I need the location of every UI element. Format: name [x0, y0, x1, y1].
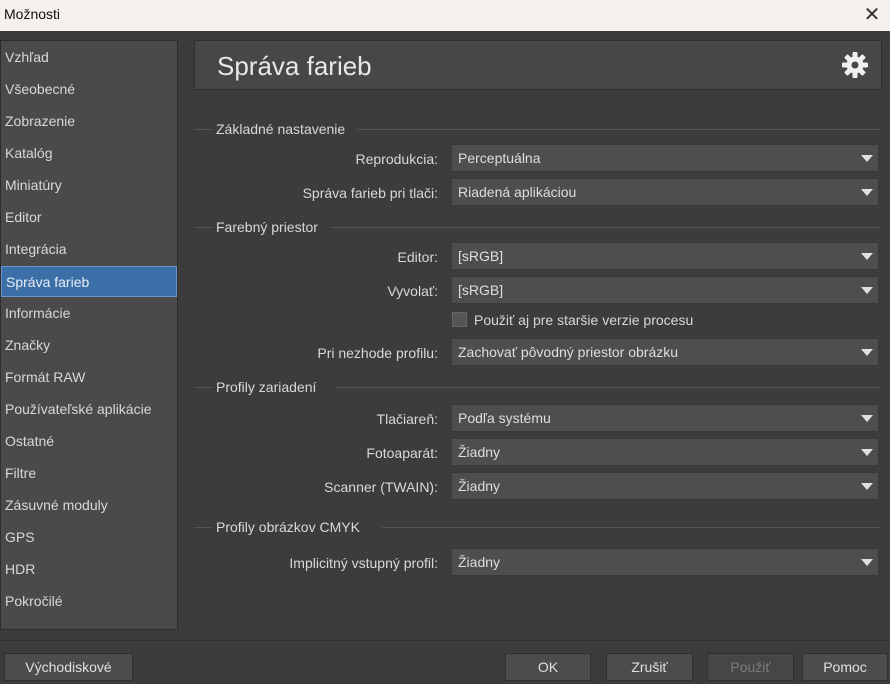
chevron-down-icon [861, 253, 873, 260]
section-divider [194, 527, 212, 528]
chevron-down-icon [861, 415, 873, 422]
apply-button[interactable]: Použiť [707, 653, 794, 681]
chevron-down-icon [861, 287, 873, 294]
sidebar-item-pokrocile[interactable]: Pokročilé [1, 586, 177, 617]
section-divider [194, 387, 212, 388]
scanner-select[interactable]: Žiadny [451, 472, 879, 500]
chevron-down-icon [861, 189, 873, 196]
sidebar-item-miniatury[interactable]: Miniatúry [1, 170, 177, 201]
legacy-process-checkbox[interactable] [452, 312, 467, 327]
cmyk-input-label: Implicitný vstupný profil: [289, 555, 438, 571]
gear-icon[interactable] [841, 51, 869, 79]
profile-mismatch-label: Pri nezhode profilu: [317, 345, 438, 361]
sidebar-item-ostatne[interactable]: Ostatné [1, 426, 177, 457]
chevron-down-icon [861, 483, 873, 490]
camera-value: Žiadny [458, 444, 501, 460]
print-color-select[interactable]: Riadená aplikáciou [451, 178, 879, 206]
help-button[interactable]: Pomoc [802, 653, 888, 681]
section-title-basic: Základné nastavenie [216, 121, 346, 137]
section-divider [358, 129, 880, 130]
scanner-label: Scanner (TWAIN): [324, 479, 438, 495]
develop-space-select[interactable]: [sRGB] [451, 276, 879, 304]
sidebar-item-filtre[interactable]: Filtre [1, 458, 177, 489]
page-title: Správa farieb [217, 51, 372, 81]
window-title: Možnosti [4, 6, 61, 22]
printer-select[interactable]: Podľa systému [451, 404, 879, 432]
chevron-down-icon [861, 155, 873, 162]
profile-mismatch-select[interactable]: Zachovať pôvodný priestor obrázku [451, 338, 879, 366]
sidebar-item-sprava-farieb[interactable]: Správa farieb [1, 266, 177, 297]
profile-mismatch-value: Zachovať pôvodný priestor obrázku [458, 344, 679, 360]
camera-select[interactable]: Žiadny [451, 438, 879, 466]
defaults-button[interactable]: Východiskové [4, 653, 133, 681]
title-bar: Možnosti ✕ [0, 0, 890, 31]
cmyk-input-value: Žiadny [458, 554, 501, 570]
sidebar-item-format-raw[interactable]: Formát RAW [1, 362, 177, 393]
cancel-button[interactable]: Zrušiť [606, 653, 693, 681]
section-divider [194, 227, 212, 228]
editor-space-label: Editor: [397, 249, 438, 265]
reproduction-select[interactable]: Perceptuálna [451, 144, 879, 172]
chevron-down-icon [861, 559, 873, 566]
section-divider [336, 387, 880, 388]
section-divider [194, 129, 212, 130]
sidebar-item-integracia[interactable]: Integrácia [1, 234, 177, 265]
editor-space-select[interactable]: [sRGB] [451, 242, 879, 270]
cmyk-input-select[interactable]: Žiadny [451, 548, 879, 576]
reproduction-value: Perceptuálna [458, 150, 541, 166]
category-list: Vzhľad Všeobecné Zobrazenie Katalóg Mini… [0, 40, 178, 630]
chevron-down-icon [861, 449, 873, 456]
section-title-cmyk: Profily obrázkov CMYK [216, 519, 360, 535]
section-divider [382, 527, 880, 528]
printer-value: Podľa systému [458, 410, 551, 426]
sidebar-item-editor[interactable]: Editor [1, 202, 177, 233]
sidebar-item-katalog[interactable]: Katalóg [1, 138, 177, 169]
sidebar-item-zasuvne-moduly[interactable]: Zásuvné moduly [1, 490, 177, 521]
reproduction-label: Reprodukcia: [355, 151, 439, 167]
print-color-label: Správa farieb pri tlači: [302, 185, 438, 201]
editor-space-value: [sRGB] [458, 248, 504, 264]
sidebar-item-zobrazenie[interactable]: Zobrazenie [1, 106, 177, 137]
section-title-devices: Profily zariadení [216, 379, 317, 395]
sidebar-item-hdr[interactable]: HDR [1, 554, 177, 585]
printer-label: Tlačiareň: [376, 411, 438, 427]
section-title-colorspace: Farebný priestor [216, 219, 318, 235]
section-divider [330, 227, 880, 228]
sidebar-item-vseobecne[interactable]: Všeobecné [1, 74, 177, 105]
chevron-down-icon [861, 349, 873, 356]
sidebar-item-informacie[interactable]: Informácie [1, 298, 177, 329]
sidebar-item-gps[interactable]: GPS [1, 522, 177, 553]
sidebar-item-vzhlad[interactable]: Vzhľad [1, 42, 177, 73]
ok-button[interactable]: OK [505, 653, 591, 681]
legacy-process-label[interactable]: Použiť aj pre staršie verzie procesu [474, 312, 693, 328]
develop-space-label: Vyvolať: [387, 283, 438, 299]
dialog-body: Vzhľad Všeobecné Zobrazenie Katalóg Mini… [0, 31, 890, 684]
close-icon[interactable]: ✕ [860, 3, 884, 27]
print-color-value: Riadená aplikáciou [458, 184, 577, 200]
develop-space-value: [sRGB] [458, 282, 504, 298]
sidebar-item-znacky[interactable]: Značky [1, 330, 177, 361]
scanner-value: Žiadny [458, 478, 501, 494]
sidebar-item-pouzivatelske-aplikacie[interactable]: Používateľské aplikácie [1, 394, 177, 425]
page-header: Správa farieb [194, 40, 882, 90]
footer-divider [0, 640, 890, 641]
camera-label: Fotoaparát: [366, 445, 438, 461]
